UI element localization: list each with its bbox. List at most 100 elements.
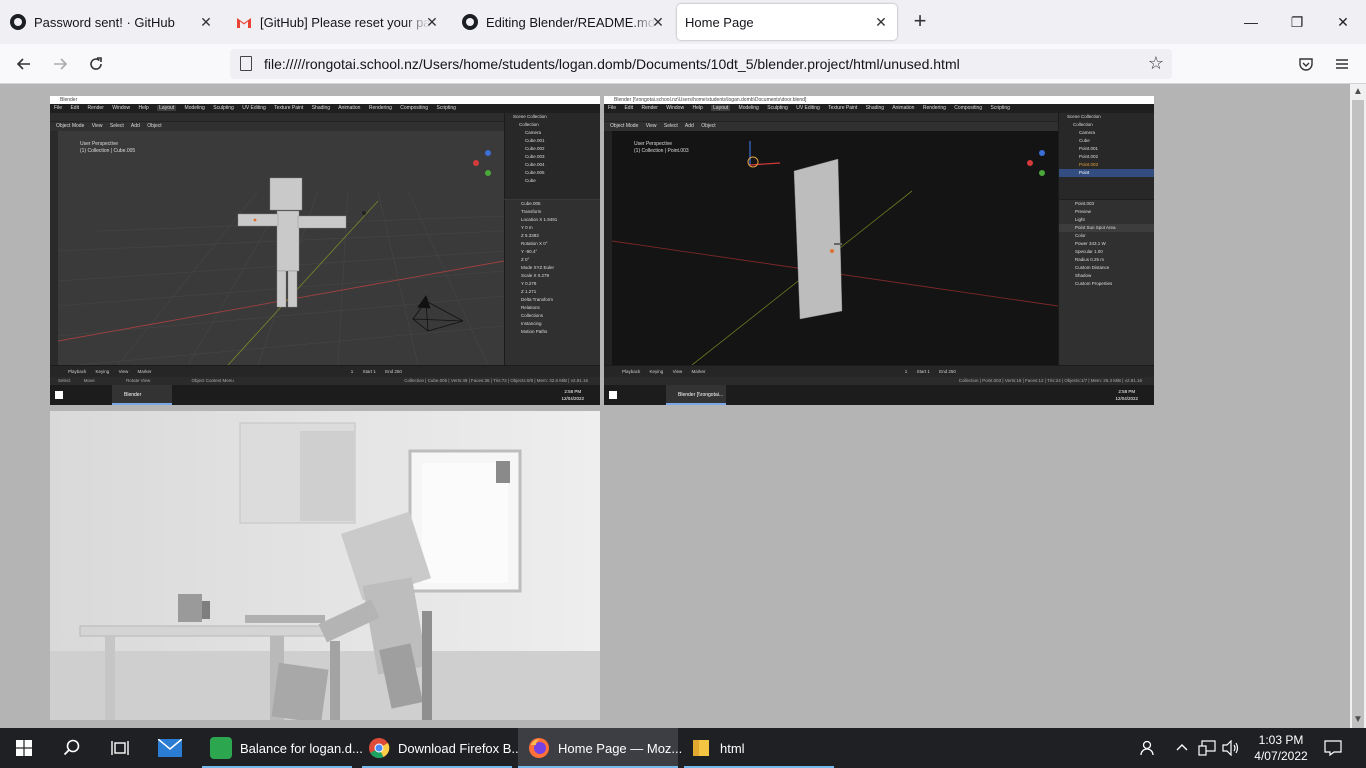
properties-panel: Point.003 Preview Light Point Sun Spot A… — [1058, 200, 1154, 365]
props-row: Location X 1.9491 — [521, 217, 558, 222]
restore-button[interactable]: ❐ — [1274, 0, 1320, 44]
menu-item: Render — [641, 105, 658, 111]
close-tab-icon[interactable]: ✕ — [198, 14, 214, 30]
reload-button[interactable] — [84, 52, 108, 76]
tab-title: Home Page — [685, 14, 754, 30]
bookmark-star-icon[interactable]: ☆ — [1148, 53, 1164, 74]
timeline-item: Playback — [68, 369, 87, 374]
search-button[interactable] — [48, 728, 96, 768]
tab-title: Editing Blender/README.md at — [486, 14, 656, 30]
new-tab-button[interactable]: + — [908, 10, 932, 34]
outliner-row: Cube.005 — [525, 170, 545, 175]
minimize-button[interactable]: — — [1228, 0, 1274, 44]
vertical-scrollbar[interactable]: ▲ ▼ — [1350, 84, 1366, 728]
close-tab-icon[interactable]: ✕ — [424, 14, 440, 30]
forward-button[interactable] — [48, 52, 72, 76]
people-icon[interactable] — [1140, 740, 1156, 759]
back-button[interactable] — [12, 52, 36, 76]
notification-center-icon[interactable] — [1324, 740, 1342, 759]
tab-home-page[interactable]: Home Page ✕ — [677, 4, 897, 40]
timeline-item: Keying — [649, 369, 664, 374]
github-icon — [10, 14, 26, 30]
timeline-item: 1 — [350, 369, 354, 374]
timeline-item: Keying — [95, 369, 110, 374]
outliner-row: Collection — [519, 122, 539, 127]
viewport-label-line: (1) Collection | Cube.005 — [80, 148, 136, 154]
balance-app-icon — [210, 737, 232, 759]
close-window-button[interactable]: ✕ — [1320, 0, 1366, 44]
show-hidden-icons-chevron-icon[interactable] — [1176, 740, 1188, 759]
app-menu-button[interactable] — [1330, 52, 1354, 76]
viewport-label-line: User Perspective — [634, 141, 673, 147]
outliner-row: Cube — [525, 178, 536, 183]
pocket-button[interactable] — [1294, 52, 1318, 76]
taskbar-firefox[interactable]: Home Page — Moz... — [518, 728, 682, 768]
window-title: Blender — [50, 96, 600, 104]
scene-stats: Collection | Point.003 | Verts:18 | Face… — [958, 378, 1142, 383]
mode-item: Add — [130, 123, 140, 129]
tab-editing-readme[interactable]: Editing Blender/README.md at ✕ — [452, 4, 674, 40]
taskbar-clock[interactable]: 1:03 PM 4/07/2022 — [1248, 732, 1314, 764]
captured-clock: 2:58 PM 12/04/2022 — [561, 388, 584, 402]
start-button[interactable] — [0, 728, 48, 768]
taskbar-balance-app[interactable]: Balance for logan.d... — [202, 728, 363, 768]
network-icon[interactable] — [1198, 740, 1216, 759]
mode-item: Object Mode — [56, 123, 85, 129]
timeline-item: 1 — [904, 369, 908, 374]
workspace-tab: Rendering — [368, 105, 392, 111]
tab-password-sent[interactable]: Password sent! · GitHub ✕ — [0, 4, 222, 40]
outliner-row: Point.001 — [1079, 146, 1099, 151]
mail-icon — [158, 739, 182, 757]
workspace-tab: Sculpting — [213, 105, 234, 111]
props-row: Radius 0.25 m — [1075, 257, 1105, 262]
tool-shelf — [604, 131, 612, 365]
url-bar[interactable]: file://///rongotai.school.nz/Users/home/… — [230, 49, 1172, 79]
properties-panel: Cube.005 Transform Location X 1.9491 Y 0… — [504, 200, 600, 365]
timeline-item: Marker — [691, 369, 706, 374]
outliner-row: Camera — [525, 130, 542, 135]
blender-toolbar — [50, 113, 504, 122]
blender-toolbar — [604, 113, 1058, 122]
captured-time: 2:58 PM — [1118, 389, 1136, 394]
viewport-label-line: User Perspective — [80, 141, 119, 147]
workspace-tab: Texture Paint — [828, 105, 858, 111]
menu-item: Edit — [624, 105, 634, 111]
tab-strip: Password sent! · GitHub ✕ [GitHub] Pleas… — [0, 0, 1366, 44]
mode-item: View — [645, 123, 657, 129]
outliner-row: Point.003 — [1079, 162, 1099, 167]
workspace-tab: Modeling — [738, 105, 759, 111]
url-text[interactable]: file://///rongotai.school.nz/Users/home/… — [264, 56, 960, 72]
close-tab-icon[interactable]: ✕ — [873, 14, 889, 30]
scroll-up-arrow-icon[interactable]: ▲ — [1350, 84, 1366, 100]
taskbar-file-explorer[interactable]: html — [684, 728, 834, 768]
tool-shelf — [50, 131, 58, 365]
scroll-thumb[interactable] — [1352, 100, 1364, 728]
tab-github-reset[interactable]: [GitHub] Please reset your password ✕ — [226, 4, 448, 40]
blender-statusbar: Select Move Rotate View Object Context M… — [50, 377, 600, 385]
captured-taskbar-app: Blender [\\rongotai... — [666, 385, 726, 405]
mode-item: Object Mode — [610, 123, 639, 129]
workspace-tab: Scripting — [990, 105, 1010, 111]
tab-title: [GitHub] Please reset your password — [260, 14, 430, 30]
task-view-button[interactable] — [96, 728, 144, 768]
taskbar-chrome[interactable]: Download Firefox B... — [362, 728, 522, 768]
mail-button[interactable] — [146, 728, 194, 768]
captured-date: 12/04/2022 — [561, 396, 584, 401]
clock-time: 1:03 PM — [1258, 733, 1304, 747]
hamburger-menu-icon — [1336, 59, 1348, 69]
mode-item: Object — [147, 123, 162, 129]
scroll-down-arrow-icon[interactable]: ▼ — [1350, 712, 1366, 728]
menu-item: Help — [138, 105, 149, 111]
status-item: Select — [58, 378, 71, 383]
volume-icon[interactable] — [1222, 739, 1240, 759]
outliner-row: Cube.002 — [525, 146, 545, 151]
viewport-label: User Perspective (1) Collection | Point.… — [634, 141, 689, 155]
close-tab-icon[interactable]: ✕ — [650, 14, 666, 30]
viewport-3d — [58, 131, 504, 365]
props-row: Shadow — [1075, 273, 1092, 278]
workspace-tab: Compositing — [400, 105, 429, 111]
captured-time: 2:58 PM — [564, 389, 582, 394]
status-item: Object Context Menu — [191, 378, 234, 383]
workspace-tab: Compositing — [954, 105, 983, 111]
folder-icon — [693, 740, 709, 756]
